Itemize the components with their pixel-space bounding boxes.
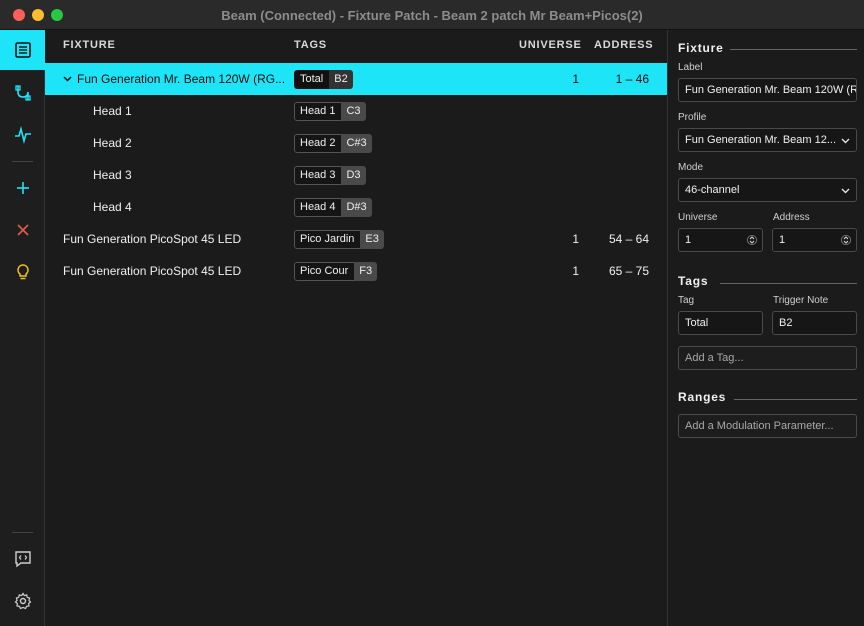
tag-name: Pico Cour bbox=[294, 262, 355, 281]
stepper-arrows-icon[interactable] bbox=[747, 233, 757, 247]
column-header-address[interactable]: ADDRESS bbox=[594, 39, 653, 51]
tag-name: Head 4 bbox=[294, 198, 342, 217]
tag-chip[interactable]: Head 4 D#3 bbox=[294, 198, 372, 217]
tag-chip[interactable]: Head 3 D3 bbox=[294, 166, 366, 185]
tag-name: Head 3 bbox=[294, 166, 342, 185]
fixture-list-nav-button[interactable] bbox=[0, 30, 45, 70]
identify-fixture-button[interactable] bbox=[0, 252, 45, 292]
section-rule bbox=[734, 399, 857, 400]
address-value: 1 – 46 bbox=[615, 72, 649, 86]
settings-button[interactable] bbox=[0, 581, 45, 621]
column-header-tags[interactable]: TAGS bbox=[294, 39, 327, 51]
fixture-name: Fun Generation PicoSpot 45 LED bbox=[63, 264, 242, 278]
x-icon bbox=[16, 224, 29, 236]
add-tag-input[interactable]: Add a Tag... bbox=[678, 346, 857, 370]
universe-field-label: Universe bbox=[678, 212, 718, 223]
tag-note: D3 bbox=[341, 166, 366, 185]
universe-value: 1 bbox=[572, 72, 579, 86]
tag-note: C#3 bbox=[341, 134, 372, 153]
fixture-list: FIXTURE TAGS UNIVERSE ADDRESS Fun Genera… bbox=[45, 30, 668, 626]
add-modulation-parameter-input[interactable]: Add a Modulation Parameter... bbox=[678, 414, 857, 438]
tag-note: D#3 bbox=[341, 198, 372, 217]
chevron-down-icon bbox=[841, 188, 850, 194]
universe-value: 1 bbox=[572, 264, 579, 278]
tag-note: C3 bbox=[341, 102, 366, 121]
sidebar-divider bbox=[12, 161, 33, 162]
fixture-row[interactable]: Fun Generation Mr. Beam 120W (RG... Tota… bbox=[45, 63, 668, 95]
sidebar bbox=[0, 30, 45, 626]
feedback-button[interactable] bbox=[0, 539, 45, 579]
fixture-name: Fun Generation PicoSpot 45 LED bbox=[63, 232, 242, 246]
tag-chip[interactable]: Head 2 C#3 bbox=[294, 134, 372, 153]
tag-field-label: Tag bbox=[678, 295, 695, 306]
column-header-universe[interactable]: UNIVERSE bbox=[519, 39, 582, 51]
tag-name: Total bbox=[294, 70, 330, 89]
tag-note: E3 bbox=[360, 230, 384, 249]
head-row[interactable]: Head 2 Head 2 C#3 bbox=[45, 127, 668, 159]
inspector-panel: Fixture Label Fun Generation Mr. Beam 12… bbox=[668, 30, 864, 626]
profile-select[interactable]: Fun Generation Mr. Beam 12... bbox=[678, 128, 857, 152]
patch-cable-icon bbox=[14, 85, 31, 101]
lightbulb-icon bbox=[16, 264, 29, 280]
tag-name: Pico Jardin bbox=[294, 230, 361, 249]
add-fixture-button[interactable] bbox=[0, 168, 45, 208]
tag-name: Head 1 bbox=[294, 102, 342, 121]
tag-name: Head 2 bbox=[294, 134, 342, 153]
activity-nav-button[interactable] bbox=[0, 115, 45, 155]
head-name: Head 4 bbox=[93, 200, 132, 214]
plus-icon bbox=[16, 182, 29, 194]
mode-value: 46-channel bbox=[685, 184, 740, 196]
code-feedback-icon bbox=[14, 551, 31, 568]
address-value: 65 – 75 bbox=[608, 264, 649, 278]
tags-section-title: Tags bbox=[678, 274, 709, 288]
column-header-fixture[interactable]: FIXTURE bbox=[63, 39, 116, 51]
mode-field-label: Mode bbox=[678, 162, 704, 173]
trigger-note-field-label: Trigger Note bbox=[773, 295, 829, 306]
address-field-label: Address bbox=[773, 212, 810, 223]
label-field-label: Label bbox=[678, 62, 703, 73]
list-icon bbox=[14, 42, 31, 58]
chevron-down-icon bbox=[841, 138, 850, 144]
tag-chip[interactable]: Pico Cour F3 bbox=[294, 262, 378, 281]
head-row[interactable]: Head 1 Head 1 C3 bbox=[45, 95, 668, 127]
fixture-section-title: Fixture bbox=[678, 41, 724, 55]
universe-stepper[interactable]: 1 bbox=[678, 228, 763, 252]
head-name: Head 2 bbox=[93, 136, 132, 150]
trigger-note-input[interactable]: B2 bbox=[772, 311, 857, 335]
fixture-row[interactable]: Fun Generation PicoSpot 45 LED Pico Cour… bbox=[45, 255, 668, 287]
profile-value: Fun Generation Mr. Beam 12... bbox=[685, 134, 837, 146]
head-name: Head 1 bbox=[93, 104, 132, 118]
delete-fixture-button[interactable] bbox=[0, 210, 45, 250]
profile-field-label: Profile bbox=[678, 112, 707, 123]
tag-chip[interactable]: Pico Jardin E3 bbox=[294, 230, 384, 249]
stepper-arrows-icon[interactable] bbox=[841, 233, 851, 247]
universe-value: 1 bbox=[572, 232, 579, 246]
tag-chip[interactable]: Total B2 bbox=[294, 70, 353, 89]
address-input-value: 1 bbox=[779, 234, 786, 246]
sidebar-divider bbox=[12, 532, 33, 533]
fixture-name: Fun Generation Mr. Beam 120W (RG... bbox=[77, 72, 286, 86]
window-title: Beam (Connected) - Fixture Patch - Beam … bbox=[221, 8, 643, 23]
tag-note: B2 bbox=[329, 70, 353, 89]
tag-chip[interactable]: Head 1 C3 bbox=[294, 102, 366, 121]
head-row[interactable]: Head 3 Head 3 D3 bbox=[45, 159, 668, 191]
universe-input-value: 1 bbox=[685, 234, 692, 246]
fixture-row[interactable]: Fun Generation PicoSpot 45 LED Pico Jard… bbox=[45, 223, 668, 255]
section-rule bbox=[730, 49, 857, 50]
pulse-icon bbox=[14, 126, 31, 144]
chevron-down-icon[interactable] bbox=[63, 74, 72, 83]
label-input[interactable]: Fun Generation Mr. Beam 120W (R bbox=[678, 78, 857, 102]
title-bar: Beam (Connected) - Fixture Patch - Beam … bbox=[0, 0, 864, 30]
ranges-section-title: Ranges bbox=[678, 390, 727, 404]
patch-nav-button[interactable] bbox=[0, 73, 45, 113]
mode-select[interactable]: 46-channel bbox=[678, 178, 857, 202]
gear-icon bbox=[14, 592, 31, 610]
tag-input[interactable]: Total bbox=[678, 311, 763, 335]
tag-note: F3 bbox=[354, 262, 378, 281]
section-rule bbox=[720, 283, 857, 284]
head-name: Head 3 bbox=[93, 168, 132, 182]
head-row[interactable]: Head 4 Head 4 D#3 bbox=[45, 191, 668, 223]
address-value: 54 – 64 bbox=[608, 232, 649, 246]
address-stepper[interactable]: 1 bbox=[772, 228, 857, 252]
